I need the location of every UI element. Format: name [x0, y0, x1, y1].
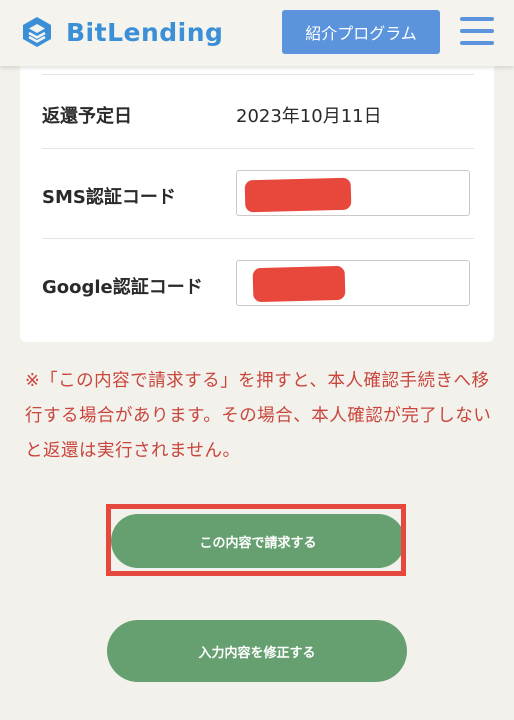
redaction-mark	[244, 177, 352, 213]
sms-code-input[interactable]	[236, 170, 470, 216]
referral-program-button[interactable]: 紹介プログラム	[282, 10, 440, 54]
return-date-label: 返還予定日	[42, 106, 132, 127]
bitlending-logo-icon	[23, 17, 51, 47]
logo-text: BitLending	[66, 17, 224, 47]
sms-code-label: SMS認証コード	[42, 187, 176, 208]
identity-verification-notice: ※「この内容で請求する」を押すと、本人確認手続きへ移行する場合があります。その場…	[25, 371, 492, 461]
divider	[42, 74, 474, 75]
logo[interactable]: BitLending	[20, 14, 223, 50]
edit-input-button[interactable]: 入力内容を修正する	[107, 620, 407, 682]
highlight-box	[106, 504, 406, 576]
hamburger-menu-icon[interactable]	[460, 17, 494, 45]
google-code-input[interactable]	[236, 260, 470, 306]
return-date-value: 2023年10月11日	[236, 106, 382, 127]
divider	[42, 148, 474, 149]
site-header: BitLending 紹介プログラム	[0, 0, 514, 66]
redaction-mark	[252, 265, 346, 303]
request-form-card: 返還予定日 2023年10月11日 SMS認証コード Google認証コード	[20, 40, 494, 342]
google-code-label: Google認証コード	[42, 277, 203, 298]
divider	[42, 238, 474, 239]
